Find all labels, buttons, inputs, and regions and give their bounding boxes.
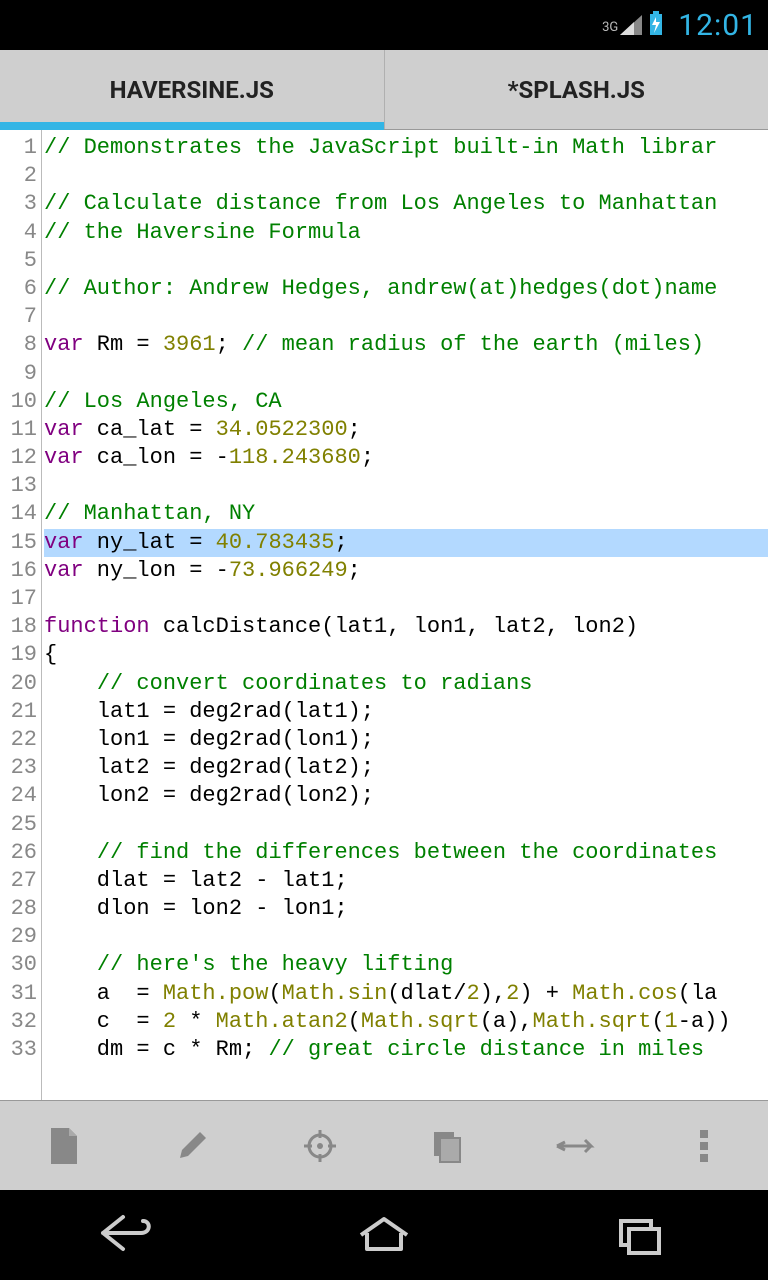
line-number: 6	[0, 275, 37, 303]
code-line[interactable]: // Author: Andrew Hedges, andrew(at)hedg…	[44, 275, 768, 303]
line-gutter: 1234567891011121314151617181920212223242…	[0, 130, 42, 1100]
code-line[interactable]: dlat = lat2 - lat1;	[44, 867, 768, 895]
code-line[interactable]: var Rm = 3961; // mean radius of the ear…	[44, 331, 768, 359]
code-line[interactable]: lat1 = deg2rad(lat1);	[44, 698, 768, 726]
code-line[interactable]: dlon = lon2 - lon1;	[44, 895, 768, 923]
line-number: 24	[0, 782, 37, 810]
code-line[interactable]: a = Math.pow(Math.sin(dlat/2),2) + Math.…	[44, 980, 768, 1008]
code-line[interactable]: dm = c * Rm; // great circle distance in…	[44, 1036, 768, 1064]
line-number: 33	[0, 1036, 37, 1064]
recent-icon	[605, 1211, 675, 1255]
signal-icon	[620, 15, 642, 35]
tab-1[interactable]: *SPLASH.JS	[384, 50, 768, 129]
line-number: 32	[0, 1008, 37, 1036]
code-line[interactable]: {	[44, 641, 768, 669]
code-line[interactable]: // Manhattan, NY	[44, 500, 768, 528]
nav-recent-button[interactable]	[605, 1211, 675, 1259]
code-line[interactable]: // the Haversine Formula	[44, 219, 768, 247]
copy-button[interactable]	[423, 1121, 473, 1171]
android-nav-bar	[0, 1190, 768, 1280]
code-line[interactable]	[44, 585, 768, 613]
home-icon	[349, 1211, 419, 1255]
line-number: 7	[0, 303, 37, 331]
line-number: 29	[0, 923, 37, 951]
code-line[interactable]: var ca_lon = -118.243680;	[44, 444, 768, 472]
line-number: 13	[0, 472, 37, 500]
code-editor[interactable]: 1234567891011121314151617181920212223242…	[0, 130, 768, 1100]
line-number: 30	[0, 951, 37, 979]
target-icon	[300, 1126, 340, 1166]
code-line[interactable]	[44, 162, 768, 190]
line-number: 4	[0, 219, 37, 247]
line-number: 1	[0, 134, 37, 162]
line-number: 25	[0, 811, 37, 839]
line-number: 18	[0, 613, 37, 641]
code-line[interactable]: // Calculate distance from Los Angeles t…	[44, 190, 768, 218]
overflow-icon	[698, 1126, 710, 1166]
nav-home-button[interactable]	[349, 1211, 419, 1259]
line-number: 9	[0, 360, 37, 388]
code-line[interactable]: lat2 = deg2rad(lat2);	[44, 754, 768, 782]
code-line[interactable]: var ny_lat = 40.783435;	[44, 529, 768, 557]
edit-button[interactable]	[167, 1121, 217, 1171]
code-line[interactable]: var ca_lat = 34.0522300;	[44, 416, 768, 444]
line-number: 2	[0, 162, 37, 190]
file-button[interactable]	[39, 1121, 89, 1171]
code-line[interactable]	[44, 360, 768, 388]
line-number: 8	[0, 331, 37, 359]
screen: 3G 12:01 HAVERSINE.JS*SPLASH.JS 12345678…	[0, 0, 768, 1280]
line-number: 15	[0, 529, 37, 557]
code-line[interactable]: var ny_lon = -73.966249;	[44, 557, 768, 585]
clock: 12:01	[678, 8, 758, 43]
status-bar: 3G 12:01	[0, 0, 768, 50]
nav-back-button[interactable]	[93, 1211, 163, 1259]
line-number: 17	[0, 585, 37, 613]
code-line[interactable]: // convert coordinates to radians	[44, 670, 768, 698]
back-icon	[93, 1211, 163, 1255]
code-line[interactable]: // find the differences between the coor…	[44, 839, 768, 867]
code-line[interactable]: c = 2 * Math.atan2(Math.sqrt(a),Math.sqr…	[44, 1008, 768, 1036]
line-number: 28	[0, 895, 37, 923]
line-number: 16	[0, 557, 37, 585]
line-number: 31	[0, 980, 37, 1008]
line-number: 27	[0, 867, 37, 895]
run-button[interactable]	[551, 1121, 601, 1171]
code-line[interactable]	[44, 811, 768, 839]
line-number: 10	[0, 388, 37, 416]
line-number: 5	[0, 247, 37, 275]
code-line[interactable]	[44, 472, 768, 500]
edit-icon	[172, 1126, 212, 1166]
target-button[interactable]	[295, 1121, 345, 1171]
line-number: 20	[0, 670, 37, 698]
copy-icon	[428, 1126, 468, 1166]
overflow-button[interactable]	[679, 1121, 729, 1171]
line-number: 23	[0, 754, 37, 782]
code-line[interactable]: // Demonstrates the JavaScript built-in …	[44, 134, 768, 162]
line-number: 3	[0, 190, 37, 218]
line-number: 12	[0, 444, 37, 472]
tab-0[interactable]: HAVERSINE.JS	[0, 50, 384, 129]
file-icon	[47, 1126, 81, 1166]
code-line[interactable]	[44, 303, 768, 331]
code-line[interactable]	[44, 247, 768, 275]
line-number: 22	[0, 726, 37, 754]
line-number: 14	[0, 500, 37, 528]
code-line[interactable]: // here's the heavy lifting	[44, 951, 768, 979]
line-number: 19	[0, 641, 37, 669]
run-icon	[553, 1134, 599, 1158]
network-3g-icon: 3G	[602, 15, 642, 35]
line-number: 11	[0, 416, 37, 444]
bottom-toolbar	[0, 1100, 768, 1190]
line-number: 26	[0, 839, 37, 867]
battery-icon	[648, 11, 664, 39]
status-icons: 3G 12:01	[602, 8, 758, 43]
tab-bar: HAVERSINE.JS*SPLASH.JS	[0, 50, 768, 130]
code-line[interactable]	[44, 923, 768, 951]
code-area[interactable]: // Demonstrates the JavaScript built-in …	[42, 130, 768, 1100]
line-number: 21	[0, 698, 37, 726]
code-line[interactable]: lon2 = deg2rad(lon2);	[44, 782, 768, 810]
code-line[interactable]: lon1 = deg2rad(lon1);	[44, 726, 768, 754]
code-line[interactable]: // Los Angeles, CA	[44, 388, 768, 416]
code-line[interactable]: function calcDistance(lat1, lon1, lat2, …	[44, 613, 768, 641]
